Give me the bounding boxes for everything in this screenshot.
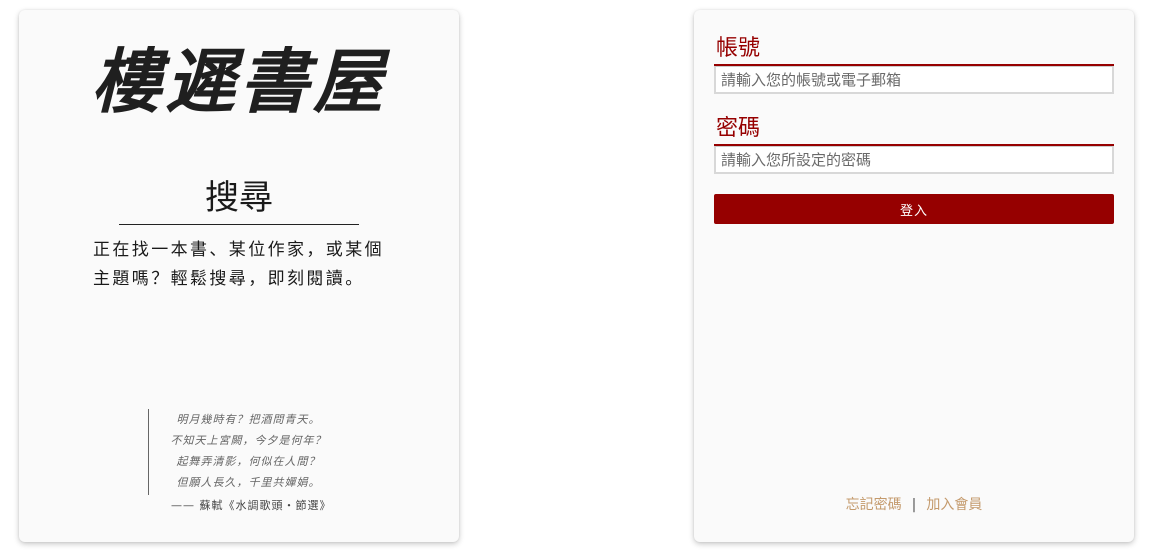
site-logo: 樓遲書屋: [91, 40, 387, 123]
intro-card: 樓遲書屋 搜尋 正在找一本書、某位作家，或某個主題嗎？輕鬆搜尋，即刻閱讀。 明月…: [19, 10, 459, 542]
forgot-password-link[interactable]: 忘記密碼: [846, 497, 902, 513]
poem-line: 明月幾時有？把酒問青天。: [176, 413, 321, 426]
poem-line: 起舞弄清影，何似在人間？: [176, 455, 321, 468]
poem-line: 不知天上宮闕，今夕是何年？: [170, 434, 327, 447]
search-heading: 搜尋: [119, 176, 359, 225]
search-description: 正在找一本書、某位作家，或某個主題嗎？輕鬆搜尋，即刻閱讀。: [93, 240, 384, 289]
poem-quote: 明月幾時有？把酒問青天。 不知天上宮闕，今夕是何年？ 起舞弄清影，何似在人間？ …: [148, 409, 338, 495]
poem-source: —— 蘇軾《水調歌頭・節選》: [171, 499, 332, 512]
password-input[interactable]: [714, 146, 1114, 174]
login-card: 帳號 密碼 登入 忘記密碼 | 加入會員: [694, 10, 1134, 542]
join-member-link[interactable]: 加入會員: [926, 497, 982, 513]
password-label: 密碼: [714, 114, 1114, 146]
account-input[interactable]: [714, 66, 1114, 94]
link-separator: |: [911, 497, 917, 513]
poem-line: 但願人長久，千里共嬋娟。: [176, 476, 321, 489]
account-links: 忘記密碼 | 加入會員: [694, 494, 1134, 514]
account-label: 帳號: [714, 34, 1114, 66]
login-button[interactable]: 登入: [714, 194, 1114, 224]
